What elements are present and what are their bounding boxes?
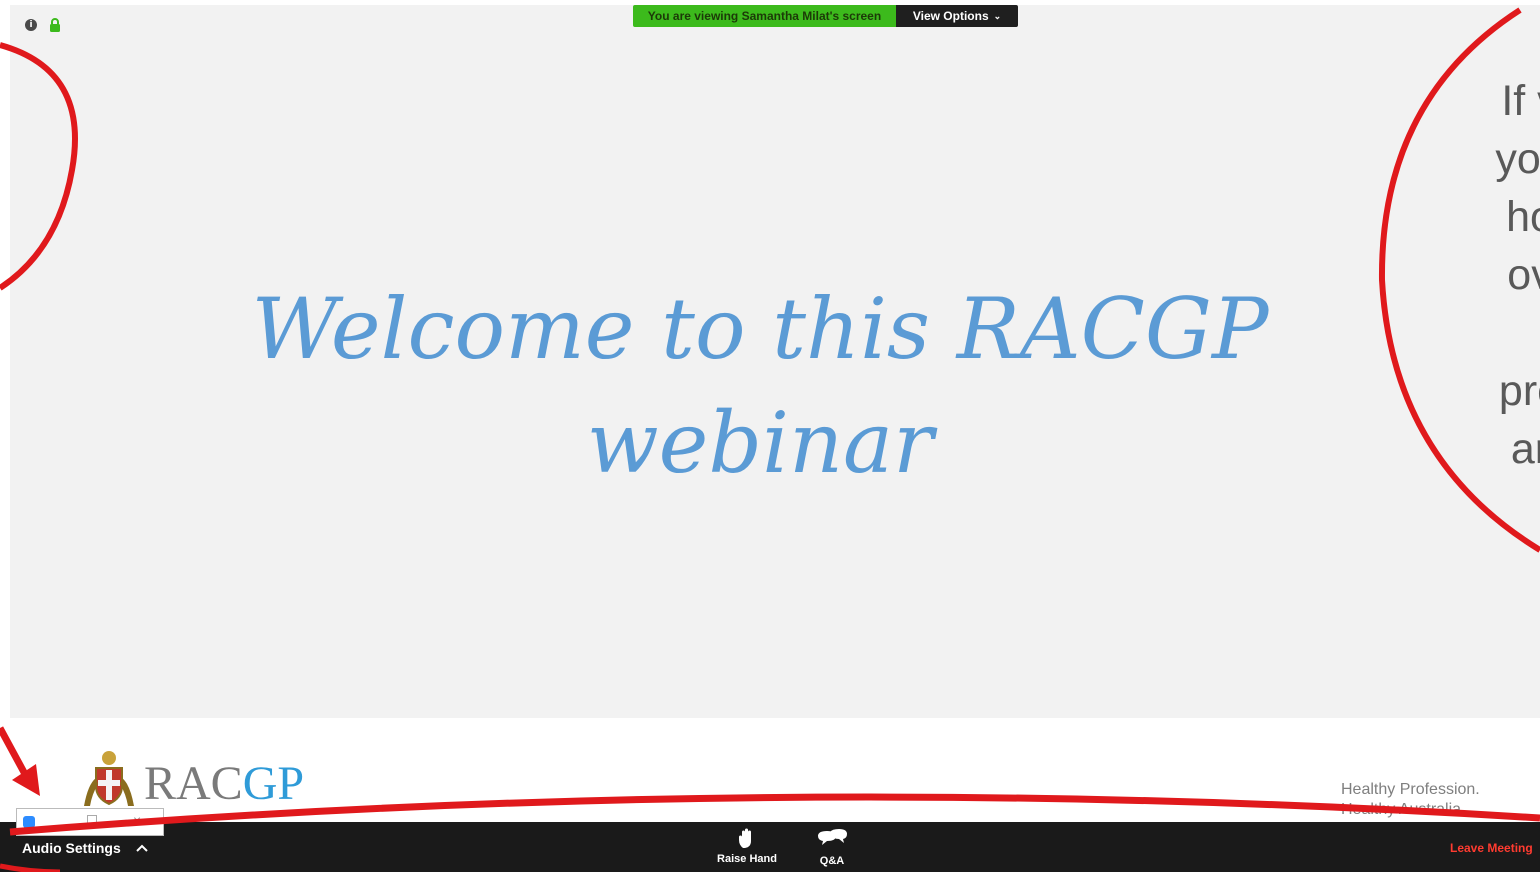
audio-settings-button[interactable]: Audio Settings: [22, 840, 149, 856]
slide-tagline: Healthy Profession. Healthy Australia.: [1341, 780, 1480, 820]
logo-gp: GP: [242, 757, 305, 810]
meeting-toolbar: Audio Settings Raise Hand Q&A Leave Meet…: [0, 822, 1540, 872]
side-text-line: If v: [1501, 77, 1540, 125]
coat-of-arms-icon: [84, 751, 134, 806]
side-text-line: you: [1495, 135, 1540, 183]
mini-video-window[interactable]: ×: [16, 808, 164, 836]
qa-button[interactable]: Q&A: [797, 828, 867, 867]
meeting-status-icons: i: [25, 18, 61, 32]
view-options-label: View Options: [912, 9, 989, 23]
zoom-app-icon: [23, 816, 35, 828]
raise-hand-icon: [739, 828, 751, 848]
close-icon[interactable]: ×: [133, 812, 141, 828]
slide-title: Welcome to this RACGP webinar: [170, 272, 1350, 500]
slide-title-line-2: webinar: [586, 394, 934, 492]
raise-hand-label: Raise Hand: [717, 853, 777, 865]
tagline-line-2: Healthy Australia.: [1341, 801, 1466, 818]
side-text-line: ar: [1510, 425, 1540, 473]
racgp-wordmark: RACGP: [144, 758, 304, 810]
slide-title-line-1: Welcome to this RACGP: [251, 280, 1269, 378]
lock-icon[interactable]: [49, 18, 61, 32]
chevron-down-icon: ⌄: [993, 10, 1002, 21]
view-options-button[interactable]: View Options ⌄: [896, 5, 1018, 27]
side-text-line: pre: [1498, 367, 1540, 415]
qa-label: Q&A: [819, 855, 845, 867]
side-text-line: ov: [1507, 251, 1540, 299]
info-icon[interactable]: i: [25, 19, 37, 31]
chevron-up-icon[interactable]: [135, 843, 149, 853]
screen-share-banner: You are viewing Samantha Milat's screen: [633, 5, 896, 27]
slide-side-text: If v you ho ov pre ar: [1380, 72, 1540, 478]
audio-settings-label: Audio Settings: [22, 840, 121, 856]
side-text-line: [1380, 304, 1540, 362]
racgp-logo: RACGP: [78, 748, 304, 810]
leave-meeting-button[interactable]: Leave Meeting: [1450, 841, 1533, 855]
chat-bubbles-icon: [818, 829, 847, 845]
side-text-line: ho: [1506, 193, 1540, 241]
raise-hand-button[interactable]: Raise Hand: [712, 828, 782, 865]
tagline-line-1: Healthy Profession.: [1341, 781, 1480, 798]
restore-icon[interactable]: [87, 815, 97, 825]
logo-rac: RAC: [144, 757, 243, 810]
